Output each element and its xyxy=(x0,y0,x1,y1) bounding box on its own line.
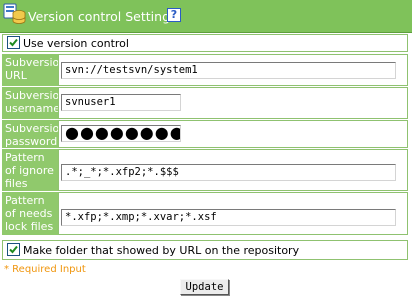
ignore-pattern-input[interactable]: .*;_*;*.xfp2;*.$$$ xyxy=(61,164,396,181)
ignore-pattern-label: Pattern of ignore files xyxy=(2,149,58,191)
checkmark-icon xyxy=(9,245,18,254)
database-icon xyxy=(3,3,26,24)
password-cell: ●●●●●●●● xyxy=(58,120,408,148)
update-button[interactable]: Update xyxy=(180,279,229,295)
make-folder-checkbox[interactable] xyxy=(7,243,20,256)
checkmark-icon xyxy=(9,38,18,47)
url-cell: svn://testsvn/system1 xyxy=(58,54,408,86)
header-bar: Version control Settings ? xyxy=(0,0,412,33)
url-input[interactable]: svn://testsvn/system1 xyxy=(61,62,396,79)
use-version-control-label: Use version control xyxy=(23,37,129,50)
username-input[interactable]: svnuser1 xyxy=(61,94,181,111)
use-version-control-row: Use version control xyxy=(2,34,408,52)
lock-pattern-label: Pattern of needs lock files xyxy=(2,192,58,235)
make-folder-label: Make folder that showed by URL on the re… xyxy=(23,244,300,257)
username-label: Subversion username xyxy=(2,87,66,119)
use-version-control-checkbox[interactable] xyxy=(7,36,20,49)
required-input-note: * Required Input xyxy=(4,264,86,275)
help-icon[interactable]: ? xyxy=(167,8,181,22)
password-label: Subversion password xyxy=(2,120,66,148)
lock-pattern-cell: *.xfp;*.xmp;*.xvar;*.xsf xyxy=(58,192,408,235)
make-folder-row: Make folder that showed by URL on the re… xyxy=(2,240,408,260)
password-input[interactable]: ●●●●●●●● xyxy=(61,125,181,142)
username-cell: svnuser1 xyxy=(58,87,408,119)
url-label: Subversion URL xyxy=(2,54,66,86)
ignore-pattern-cell: .*;_*;*.xfp2;*.$$$ xyxy=(58,149,408,191)
lock-pattern-input[interactable]: *.xfp;*.xmp;*.xvar;*.xsf xyxy=(61,209,396,226)
page-title: Version control Settings xyxy=(28,9,177,24)
